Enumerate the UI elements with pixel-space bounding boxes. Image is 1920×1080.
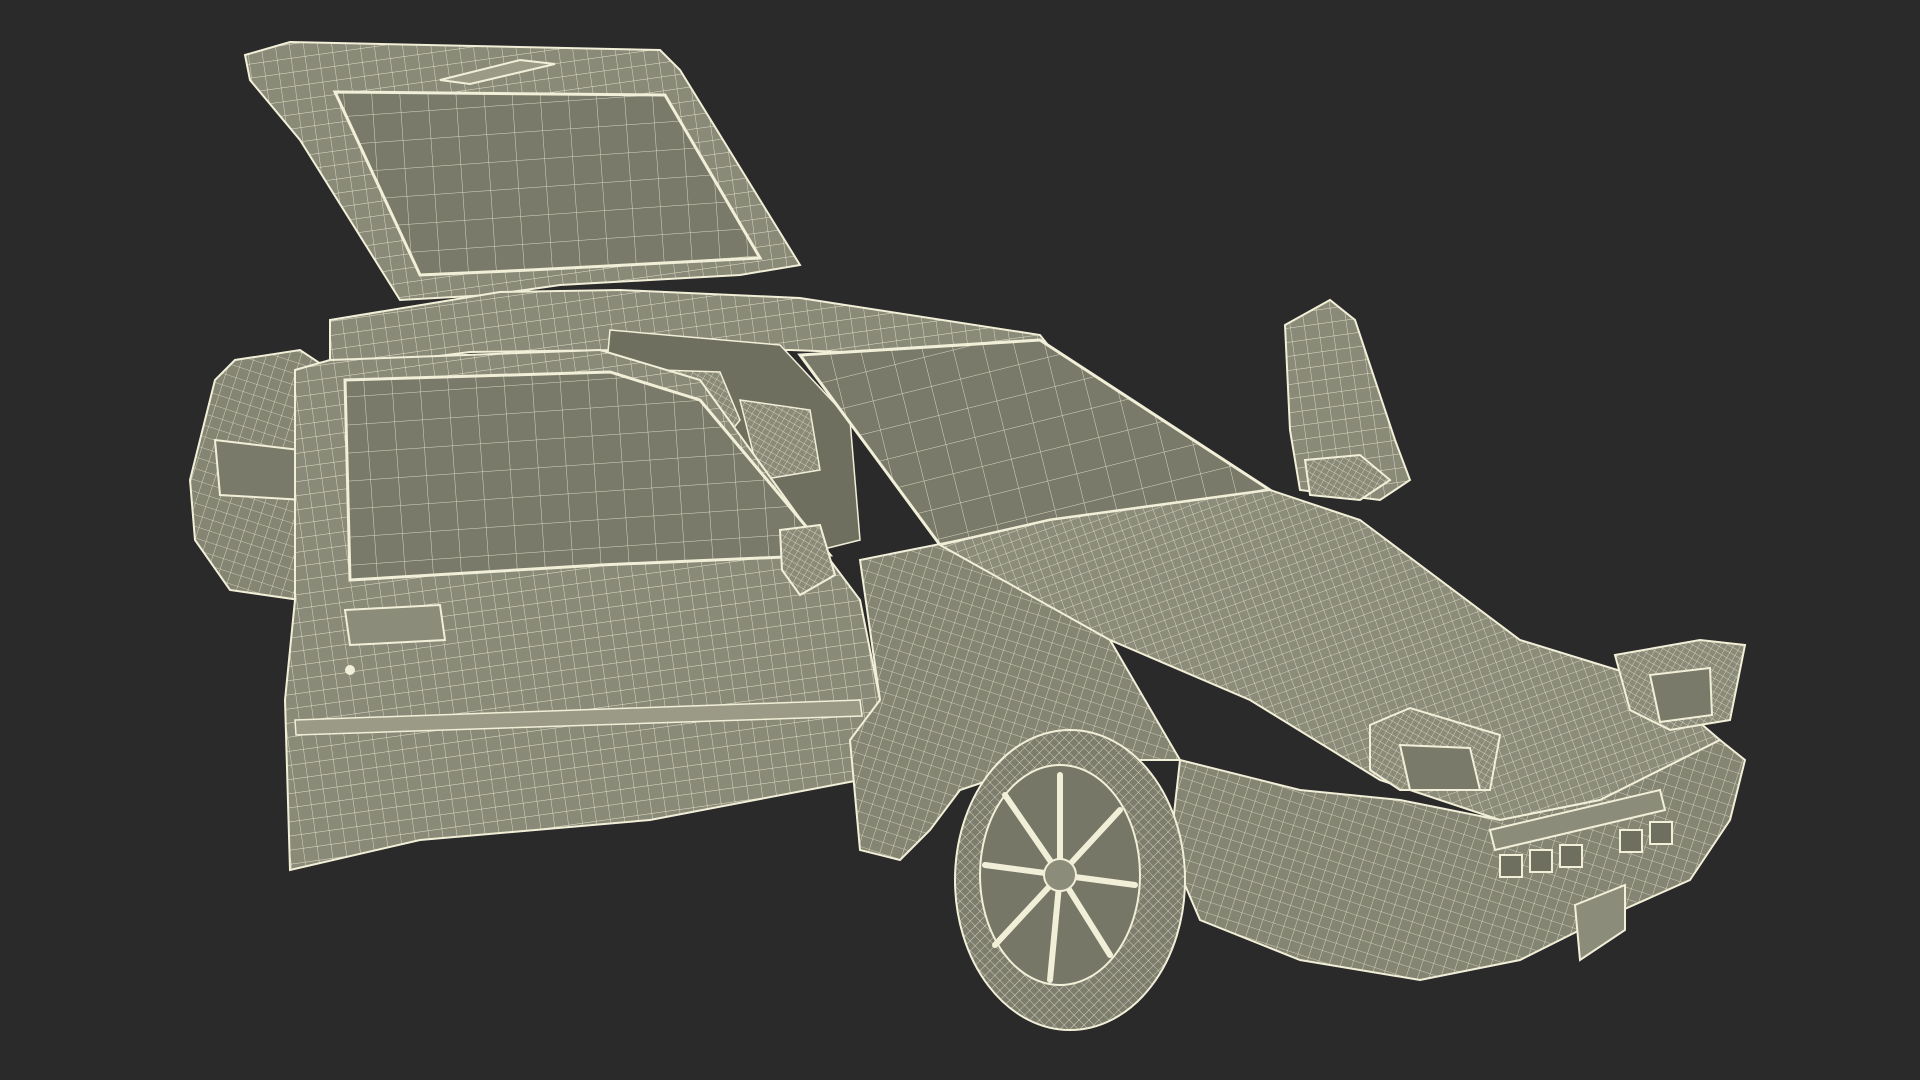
open-passenger-door bbox=[1283, 298, 1412, 502]
wireframe-car-render bbox=[188, 40, 1747, 1031]
front-wheel bbox=[954, 729, 1186, 1031]
open-hatch bbox=[243, 40, 802, 302]
render-viewport bbox=[0, 0, 1920, 1080]
